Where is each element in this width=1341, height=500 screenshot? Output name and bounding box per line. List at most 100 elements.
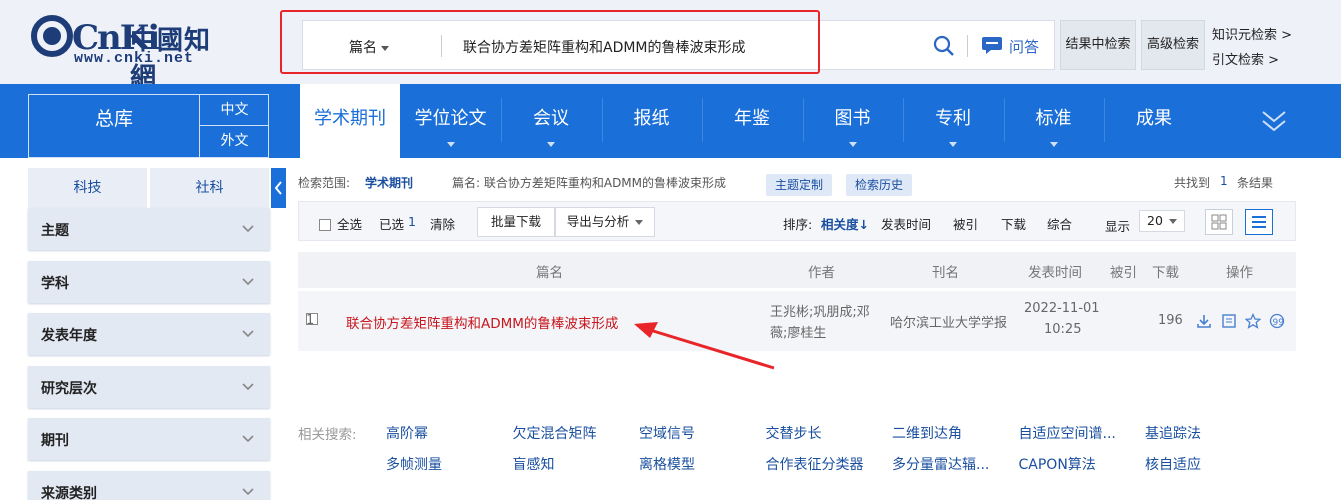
- facet-label: 主题: [41, 223, 69, 239]
- tab-divider: [1104, 98, 1105, 142]
- chevron-down-icon: [242, 435, 254, 443]
- related-search-link[interactable]: 交替步长: [766, 423, 822, 443]
- tab-label: 专利: [935, 108, 971, 129]
- tab-6[interactable]: 专利: [903, 84, 1003, 158]
- col-actions: 操作: [1226, 265, 1253, 281]
- chevron-down-icon: [949, 142, 957, 147]
- star-icon[interactable]: [1245, 313, 1261, 329]
- related-search-link[interactable]: 合作表征分类器: [766, 454, 864, 474]
- tab-label: 报纸: [633, 108, 670, 129]
- db-all-tab[interactable]: 总库: [29, 95, 199, 157]
- related-search-link[interactable]: 多帧测量: [386, 454, 442, 474]
- related-search-link[interactable]: 欠定混合矩阵: [513, 423, 597, 443]
- sort-cited[interactable]: 被引: [953, 214, 978, 233]
- related-search-link[interactable]: 核自适应: [1145, 454, 1201, 474]
- advanced-search-button[interactable]: 高级检索: [1141, 20, 1205, 70]
- quote-icon[interactable]: 99: [1269, 313, 1285, 329]
- tab-0[interactable]: 学术期刊: [300, 84, 400, 158]
- download-icon[interactable]: [1196, 313, 1212, 329]
- expand-chevrons-icon[interactable]: [1260, 106, 1288, 134]
- sort-downloads[interactable]: 下载: [1001, 214, 1026, 233]
- chevron-down-icon: [848, 142, 857, 147]
- related-search-link[interactable]: 离格模型: [639, 454, 695, 474]
- display-label: 显示: [1105, 219, 1131, 234]
- table-row: 1 联合协方差矩阵重构和ADMM的鲁棒波束形成 王兆彬;巩朋成;邓 薇;廖桂生 …: [298, 291, 1296, 351]
- db-chinese-tab[interactable]: 中文: [199, 95, 269, 126]
- svg-text:99: 99: [1273, 318, 1285, 328]
- tab-5[interactable]: 图书: [803, 84, 903, 158]
- tab-label: 年鉴: [734, 108, 770, 129]
- chevron-down-icon: [242, 487, 254, 495]
- cnki-logo[interactable]: CnKi 中國知網 www.cnki.net: [30, 14, 230, 93]
- search-history-button[interactable]: 检索历史: [846, 174, 912, 196]
- grid-icon: [1211, 214, 1227, 230]
- grid-view-button[interactable]: [1205, 209, 1233, 235]
- knowledge-search-link[interactable]: 知识元检索 >: [1212, 24, 1292, 43]
- facet-group[interactable]: 主题: [28, 208, 270, 250]
- related-search-link[interactable]: 基追踪法: [1145, 423, 1201, 443]
- result-authors-line1[interactable]: 王兆彬;巩朋成;邓: [770, 301, 870, 320]
- tab-3[interactable]: 报纸: [602, 84, 702, 158]
- related-search-link[interactable]: 多分量雷达辐...: [892, 454, 989, 474]
- result-title-link[interactable]: 联合协方差矩阵重构和ADMM的鲁棒波束形成: [346, 312, 618, 332]
- col-cited: 被引: [1110, 265, 1137, 281]
- chevron-down-icon: [635, 220, 644, 225]
- batch-download-button[interactable]: 批量下载: [477, 207, 555, 237]
- discipline-tabs: 科技 社科: [28, 168, 270, 208]
- chat-bubble-icon[interactable]: [981, 35, 1003, 55]
- scope-db[interactable]: 学术期刊: [365, 174, 413, 191]
- read-online-icon[interactable]: [1221, 313, 1237, 329]
- tab-divider: [903, 98, 904, 142]
- chevron-down-icon: [242, 277, 254, 285]
- col-downloads: 下载: [1152, 265, 1179, 281]
- facet-label: 发表年度: [41, 328, 97, 344]
- tab-8[interactable]: 成果: [1104, 84, 1204, 158]
- tab-4[interactable]: 年鉴: [702, 84, 802, 158]
- clear-selection-button[interactable]: 清除: [430, 214, 455, 233]
- facet-group[interactable]: 发表年度: [28, 313, 270, 355]
- db-foreign-tab[interactable]: 外文: [199, 126, 269, 157]
- tab-label: 会议: [533, 108, 569, 129]
- tab-social-science[interactable]: 社科: [150, 168, 269, 208]
- facet-label: 研究层次: [41, 380, 97, 397]
- related-search-link[interactable]: 二维到达角: [892, 423, 962, 443]
- tab-1[interactable]: 学位论文: [401, 84, 501, 158]
- tab-divider: [501, 98, 502, 142]
- facet-group[interactable]: 学科: [28, 260, 270, 303]
- chevron-down-icon: [1168, 219, 1177, 224]
- collapse-sidebar-button[interactable]: [271, 168, 286, 208]
- select-all-checkbox[interactable]: 全选: [319, 214, 362, 233]
- tab-label: 学位论文: [414, 108, 487, 129]
- related-label: 相关搜索:: [298, 427, 357, 443]
- database-nav: 总库 中文 外文 学术期刊 学位论文 会议 报纸 年鉴 图书 专利 标准 成果: [0, 84, 1341, 158]
- tab-2[interactable]: 会议: [501, 84, 601, 158]
- topic-customize-button[interactable]: 主题定制: [766, 174, 832, 196]
- db-selector: 总库 中文 外文: [28, 94, 269, 158]
- facet-group[interactable]: 期刊: [28, 418, 270, 460]
- checkbox-icon: [319, 219, 331, 231]
- tab-label: 标准: [1035, 108, 1072, 129]
- sort-date[interactable]: 发表时间: [881, 214, 931, 233]
- sort-overall[interactable]: 综合: [1047, 214, 1072, 233]
- result-journal[interactable]: 哈尔滨工业大学学报: [890, 312, 1007, 331]
- page-size-select[interactable]: 20: [1139, 210, 1185, 232]
- related-search-link[interactable]: 盲感知: [513, 454, 555, 474]
- search-in-results-button[interactable]: 结果中检索: [1060, 20, 1136, 70]
- related-search-link[interactable]: CAPON算法: [1019, 454, 1096, 474]
- tab-science[interactable]: 科技: [28, 168, 147, 208]
- related-search-link[interactable]: 自适应空间谱...: [1019, 423, 1116, 443]
- chevron-down-icon: [446, 142, 455, 147]
- facet-group[interactable]: 研究层次: [28, 365, 270, 408]
- export-analysis-dropdown[interactable]: 导出与分析: [555, 207, 655, 237]
- sort-relevance[interactable]: 相关度↓: [821, 214, 869, 233]
- col-authors: 作者: [808, 265, 835, 281]
- related-search-link[interactable]: 空域信号: [639, 423, 695, 443]
- related-search-link[interactable]: 高阶幂: [386, 423, 428, 443]
- tab-7[interactable]: 标准: [1004, 84, 1104, 158]
- list-view-button[interactable]: [1245, 209, 1273, 235]
- scope-label: 检索范围:: [298, 176, 351, 190]
- citation-search-link[interactable]: 引文检索 >: [1212, 49, 1279, 68]
- qa-button[interactable]: 问答: [1009, 36, 1039, 57]
- search-icon[interactable]: [933, 35, 955, 57]
- facet-group[interactable]: 来源类别: [28, 470, 270, 500]
